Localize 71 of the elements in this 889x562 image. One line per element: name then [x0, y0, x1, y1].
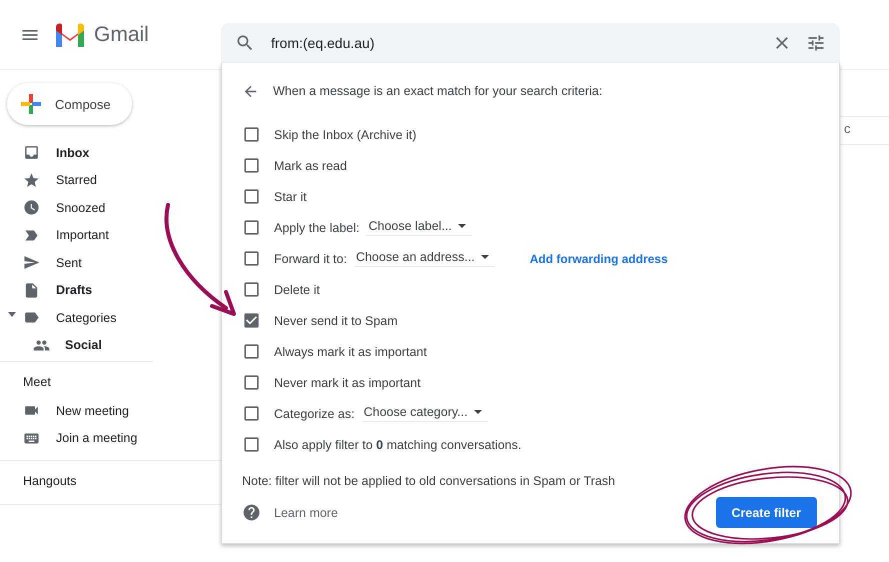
- checkbox[interactable]: [242, 156, 261, 175]
- forwarding-link[interactable]: Add forwarding address: [530, 252, 668, 266]
- nav-label: Inbox: [56, 146, 90, 160]
- search-icon: [235, 33, 255, 53]
- dropdown[interactable]: Choose label...: [366, 219, 472, 236]
- nav-item[interactable]: Starred: [0, 166, 153, 194]
- option-label: Skip the Inbox (Archive it): [274, 128, 416, 142]
- checkbox[interactable]: [242, 187, 261, 206]
- checkbox[interactable]: [242, 125, 261, 144]
- create-filter-button[interactable]: Create filter: [716, 497, 817, 528]
- nav-label: Starred: [56, 173, 97, 188]
- help-icon: [242, 503, 261, 522]
- dropdown[interactable]: Choose category...: [362, 405, 488, 422]
- nav-label: Join a meeting: [56, 431, 138, 446]
- nav-item[interactable]: Important: [0, 222, 153, 249]
- checkbox[interactable]: [242, 342, 261, 361]
- document-icon: [23, 282, 40, 299]
- caret-icon: [474, 410, 482, 414]
- nav-item[interactable]: Social: [0, 332, 153, 359]
- nav-item[interactable]: Join a meeting: [0, 424, 221, 452]
- checkbox[interactable]: [242, 373, 261, 392]
- nav-label: Social: [65, 338, 102, 352]
- checkbox[interactable]: [242, 404, 261, 423]
- nav-item[interactable]: Inbox: [0, 139, 153, 166]
- checkbox[interactable]: [242, 249, 261, 268]
- nav-label: Categories: [56, 310, 116, 325]
- filter-heading: When a message is an exact match for your search criteria:: [273, 84, 602, 98]
- clock-icon: [23, 199, 40, 216]
- nav-label: Snoozed: [56, 200, 106, 215]
- option-label: Delete it: [274, 282, 320, 296]
- settings-icon[interactable]: [806, 33, 826, 53]
- nav-item[interactable]: Drafts: [0, 276, 153, 304]
- option-label: Categorize as:: [274, 406, 355, 420]
- checkbox[interactable]: [242, 435, 261, 454]
- nav-label: New meeting: [56, 404, 129, 418]
- option-label: Apply the label:: [274, 220, 360, 234]
- caret-icon: [480, 255, 489, 259]
- option-label: Never mark it as important: [274, 376, 421, 390]
- mail-text: c: [844, 121, 850, 136]
- inbox-icon: [23, 144, 40, 162]
- nav-item[interactable]: Sent: [0, 249, 153, 276]
- app-name: Gmail: [94, 22, 149, 46]
- nav-item[interactable]: Snoozed: [0, 194, 153, 222]
- checkbox[interactable]: [242, 280, 261, 299]
- compose-button[interactable]: Compose: [7, 83, 132, 125]
- learn-more-link[interactable]: Learn more: [242, 503, 338, 522]
- option-label: Mark as read: [274, 158, 347, 172]
- send-icon: [23, 254, 40, 272]
- nav-item[interactable]: New meeting: [0, 397, 221, 424]
- search-field[interactable]: from:(eq.edu.au): [221, 23, 840, 63]
- option-label: Always mark it as important: [274, 344, 427, 358]
- option-label: Star it: [274, 190, 307, 204]
- caret-icon[interactable]: [8, 312, 16, 317]
- option-label: Forward it to:: [274, 252, 347, 266]
- caret-icon: [458, 224, 466, 228]
- logo-icon: [54, 22, 86, 46]
- nav-item[interactable]: Categories: [0, 304, 153, 332]
- nav-label: Important: [56, 228, 109, 242]
- checkbox[interactable]: [242, 218, 261, 237]
- dropdown[interactable]: Choose an address...: [354, 250, 495, 267]
- star-icon: [23, 172, 40, 189]
- option-label: Never send it to Spam: [274, 314, 398, 328]
- checkbox[interactable]: [242, 311, 261, 330]
- nav-label: Sent: [56, 256, 82, 270]
- section-title: Hangouts: [22, 474, 78, 488]
- option-label: Also apply filter to 0 matching conversations.: [274, 438, 522, 452]
- plus-icon: [21, 94, 41, 114]
- search-input[interactable]: from:(eq.edu.au): [269, 34, 758, 52]
- note-text: Note: filter will not be applied to old conversations in Spam or Trash: [242, 474, 616, 488]
- section-title: Meet: [22, 375, 52, 389]
- nav-label: Drafts: [56, 283, 92, 298]
